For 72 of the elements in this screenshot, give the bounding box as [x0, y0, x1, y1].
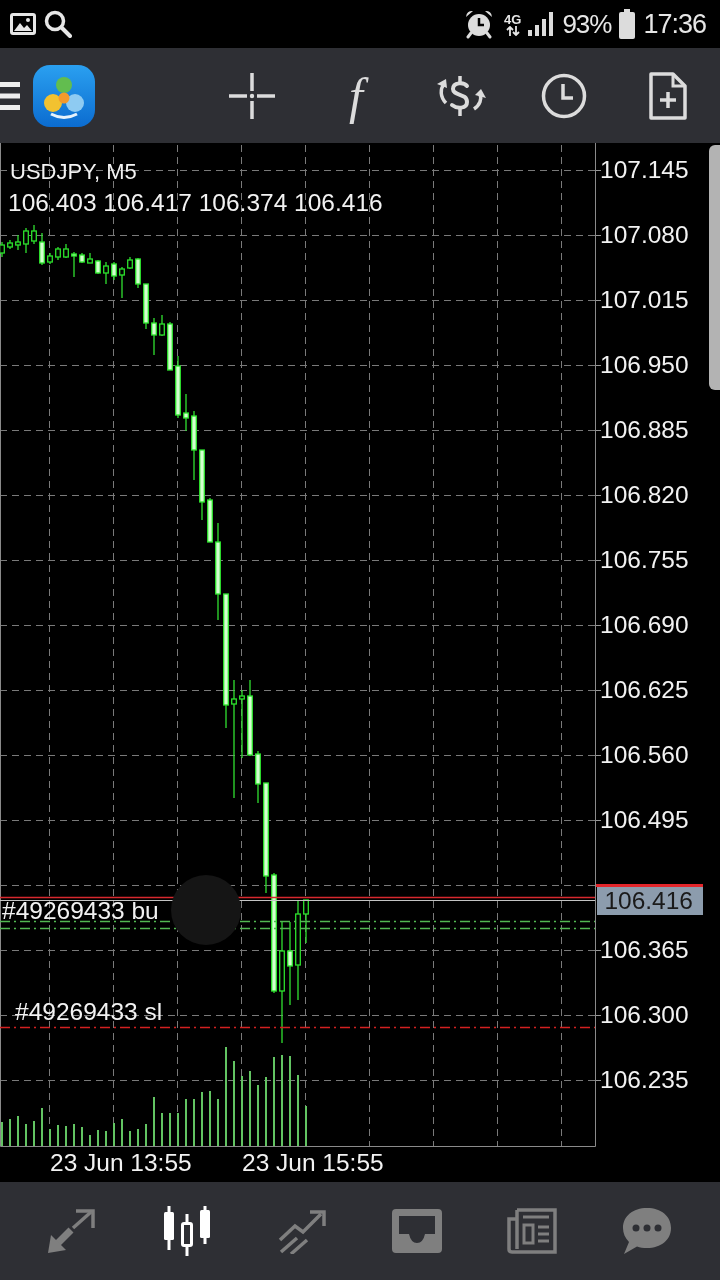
candlestick: [47, 252, 53, 265]
price-axis-label: 106.820: [600, 481, 689, 509]
candlestick: [23, 227, 29, 254]
candlestick: [127, 256, 133, 270]
trend-arrow-icon: [277, 1208, 327, 1254]
candlestick: [255, 750, 261, 804]
price-axis-label: 106.885: [600, 416, 689, 444]
price-axis-label: 106.235: [600, 1066, 689, 1094]
price-axis-label: 106.690: [600, 611, 689, 639]
crosshair-icon: [229, 72, 275, 119]
alarm-clock-icon: [464, 9, 495, 39]
candlestick: [111, 261, 117, 281]
candlestick: [239, 689, 245, 759]
signal-icon: [528, 12, 555, 36]
candlestick: [199, 449, 205, 521]
document-plus-icon: [649, 71, 687, 120]
function-button[interactable]: f: [328, 67, 384, 124]
candlestick: [151, 317, 157, 356]
candlestick: [119, 266, 125, 299]
price-axis-label: 106.365: [600, 936, 689, 964]
chat-bubble-icon: [622, 1207, 672, 1255]
data-arrows-icon: [505, 25, 520, 36]
candlestick: [191, 410, 197, 481]
candlestick: [55, 246, 61, 261]
candlestick: [167, 321, 173, 371]
candlestick: [183, 393, 189, 432]
candlestick: [71, 251, 77, 278]
redaction-blot: [171, 875, 241, 945]
menu-icon: [0, 81, 20, 110]
candlestick: [63, 243, 69, 259]
gallery-icon: [10, 13, 36, 35]
price-axis-label: 106.950: [600, 351, 689, 379]
diagonal-arrows-icon: [47, 1208, 97, 1254]
time-axis-label: 23 Jun 13:55: [50, 1149, 192, 1177]
ohlc-values: 106.403 106.417 106.374 106.416: [8, 189, 383, 217]
price-axis-label: 106.560: [600, 741, 689, 769]
clock-time: 17:36: [643, 9, 706, 39]
stop-loss-label: #49269433 sl: [15, 998, 163, 1026]
price-axis-label: 106.495: [600, 806, 689, 834]
network-type: 4G: [504, 12, 522, 26]
app-logo-icon: [33, 64, 95, 127]
candlestick: [87, 252, 93, 264]
candlestick: [15, 234, 21, 251]
current-price-tag: 106.416: [597, 887, 703, 915]
price-axis-label: 106.625: [600, 676, 689, 704]
symbol-title: USDJPY, M5: [10, 158, 137, 186]
order-label: #49269433 bu: [2, 897, 159, 925]
candlestick: [79, 252, 85, 264]
candlestick-icon: [162, 1206, 212, 1256]
search-icon: [44, 10, 72, 38]
battery-icon: [619, 9, 636, 39]
candlestick: [207, 497, 213, 543]
price-axis-label: 106.300: [600, 1001, 689, 1029]
price-axis-label: 106.755: [600, 546, 689, 574]
candlestick: [103, 261, 109, 285]
candlestick: [39, 232, 45, 266]
price-axis-label: 107.015: [600, 286, 689, 314]
candlestick: [303, 899, 309, 944]
price-axis-label: 107.145: [600, 156, 689, 184]
time-axis-label: 23 Jun 15:55: [242, 1149, 384, 1177]
candlestick: [95, 259, 101, 275]
price-axis-label: 107.080: [600, 221, 689, 249]
candlestick: [143, 283, 149, 330]
candlestick: [7, 239, 13, 250]
clock-icon: [541, 72, 587, 119]
inbox-tray-icon: [392, 1209, 442, 1253]
candlestick: [175, 355, 181, 419]
newspaper-icon: [507, 1207, 557, 1255]
candlestick: [135, 257, 141, 289]
candlestick: [31, 224, 37, 245]
battery-percent: 93%: [562, 9, 612, 39]
candlestick: [159, 314, 165, 337]
